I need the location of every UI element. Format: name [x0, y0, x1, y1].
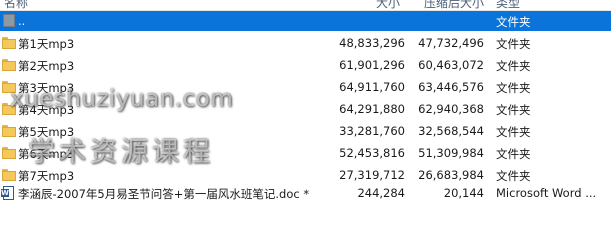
file-packed-size: 26,683,984 — [418, 168, 484, 182]
folder-icon — [2, 59, 16, 71]
file-name: 李涵辰-2007年5月易圣节问答+第一届风水班笔记.doc * — [18, 187, 310, 201]
file-size: 52,453,816 — [339, 146, 405, 160]
file-type: 文件夹 — [496, 15, 531, 29]
file-row[interactable]: 第1天mp3 48,833,296 47,732,496 文件夹 — [0, 33, 611, 53]
file-name: 第1天mp3 — [18, 37, 75, 51]
file-packed-size: 62,940,368 — [418, 102, 484, 116]
file-type: 文件夹 — [496, 147, 531, 161]
file-type: Microsoft Word ... — [496, 186, 597, 200]
file-type: 文件夹 — [496, 37, 531, 51]
folder-icon — [2, 103, 16, 115]
up-folder-icon — [3, 14, 15, 27]
folder-icon — [2, 125, 16, 137]
file-size: 48,833,296 — [339, 36, 405, 50]
file-packed-size: 47,732,496 — [418, 36, 484, 50]
file-name: 第4天mp3 — [18, 103, 75, 117]
file-name: 第3天mp3 — [18, 81, 75, 95]
file-type: 文件夹 — [496, 125, 531, 139]
file-type: 文件夹 — [496, 169, 531, 183]
file-name: .. — [18, 14, 26, 28]
file-name: 第6天mp3 — [18, 147, 75, 161]
file-name: 第7天mp3 — [18, 169, 75, 183]
file-name: 第2天mp3 — [18, 59, 75, 73]
folder-icon — [2, 147, 16, 159]
folder-icon — [2, 37, 16, 49]
file-row[interactable]: 第2天mp3 61,901,296 60,463,072 文件夹 — [0, 55, 611, 75]
file-row[interactable]: 李涵辰-2007年5月易圣节问答+第一届风水班笔记.doc * 244,284 … — [0, 183, 611, 203]
word-document-icon — [1, 186, 14, 200]
file-size: 61,901,296 — [339, 58, 405, 72]
column-header-packed-size[interactable]: 压缩后大小 — [424, 0, 484, 10]
file-size: 64,911,760 — [339, 80, 405, 94]
file-row-parent[interactable]: .. 文件夹 — [0, 11, 611, 31]
file-size: 27,319,712 — [339, 168, 405, 182]
file-type: 文件夹 — [496, 81, 531, 95]
file-packed-size: 32,568,544 — [418, 124, 484, 138]
file-name: 第5天mp3 — [18, 125, 75, 139]
file-packed-size: 51,309,984 — [418, 146, 484, 160]
folder-icon — [2, 81, 16, 93]
column-header-name[interactable]: 名称 — [4, 0, 28, 10]
column-header-type[interactable]: 类型 — [496, 0, 520, 10]
file-packed-size: 60,463,072 — [418, 58, 484, 72]
file-packed-size: 20,144 — [443, 186, 484, 200]
file-size: 64,291,880 — [339, 102, 405, 116]
column-header-size[interactable]: 大小 — [376, 0, 400, 10]
file-type: 文件夹 — [496, 59, 531, 73]
file-row[interactable]: 第7天mp3 27,319,712 26,683,984 文件夹 — [0, 165, 611, 185]
column-header: 名称 大小 压缩后大小 类型 — [0, 0, 611, 11]
file-packed-size: 63,446,576 — [418, 80, 484, 94]
file-row[interactable]: 第3天mp3 64,911,760 63,446,576 文件夹 — [0, 77, 611, 97]
file-size: 244,284 — [357, 186, 405, 200]
file-row[interactable]: 第6天mp3 52,453,816 51,309,984 文件夹 — [0, 143, 611, 163]
file-type: 文件夹 — [496, 103, 531, 117]
file-size: 33,281,760 — [339, 124, 405, 138]
file-row[interactable]: 第5天mp3 33,281,760 32,568,544 文件夹 — [0, 121, 611, 141]
file-row[interactable]: 第4天mp3 64,291,880 62,940,368 文件夹 — [0, 99, 611, 119]
folder-icon — [2, 169, 16, 181]
